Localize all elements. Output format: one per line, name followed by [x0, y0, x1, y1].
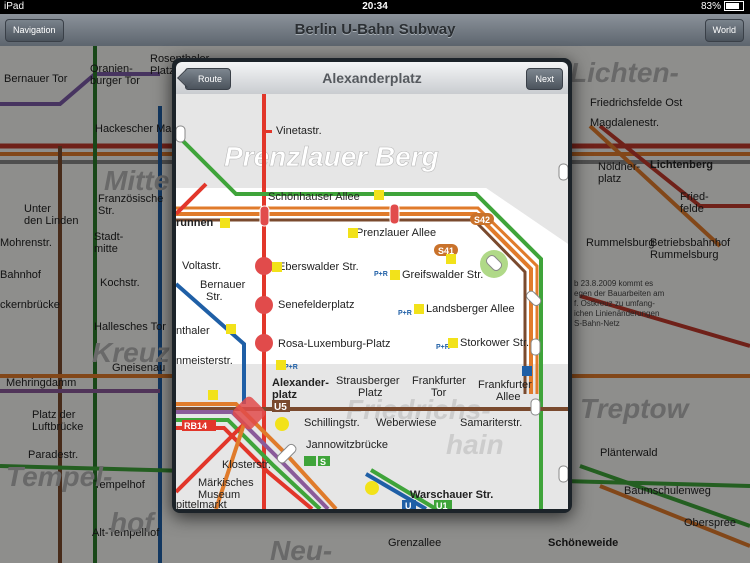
svg-text:Vinetastr.: Vinetastr. [276, 125, 322, 137]
detail-map-canvas: Prenzlauer Berg Friedrichs- hain Vinetas… [176, 94, 568, 509]
svg-text:Strausberger: Strausberger [336, 375, 400, 387]
svg-text:runnen: runnen [176, 217, 214, 229]
svg-text:Jannowitzbrücke: Jannowitzbrücke [306, 439, 388, 451]
svg-text:Allee: Allee [496, 391, 520, 403]
svg-text:U5: U5 [274, 402, 287, 413]
svg-text:RB14: RB14 [184, 421, 207, 431]
svg-text:Rosa-Luxemburg-Platz: Rosa-Luxemburg-Platz [278, 338, 391, 350]
battery-icon [724, 1, 744, 12]
navigation-button[interactable]: Navigation [5, 19, 64, 42]
battery-indicator: 83% [701, 0, 744, 14]
svg-text:S42: S42 [474, 215, 490, 225]
svg-text:Prenzlauer Allee: Prenzlauer Allee [356, 227, 436, 239]
route-back-button[interactable]: Route [185, 68, 232, 90]
world-button[interactable]: World [704, 19, 744, 42]
popover-title: Alexanderplatz [322, 70, 422, 86]
district-prenzlauer-berg: Prenzlauer Berg [224, 141, 439, 172]
svg-text:Schillingstr.: Schillingstr. [304, 417, 360, 429]
route-back-label: Route [198, 74, 223, 84]
svg-text:Landsberger Allee: Landsberger Allee [426, 303, 515, 315]
svg-text:P+R: P+R [398, 310, 412, 317]
svg-text:U: U [405, 501, 412, 509]
svg-text:Alexander-: Alexander- [272, 377, 329, 389]
battery-percent: 83% [700, 1, 721, 12]
svg-text:P+R: P+R [284, 364, 298, 371]
svg-text:Märkisches: Märkisches [198, 477, 254, 489]
navigation-bar: Berlin U-Bahn Subway Navigation World [0, 14, 750, 47]
svg-text:nthaler: nthaler [176, 325, 210, 337]
svg-text:Voltastr.: Voltastr. [182, 260, 221, 272]
svg-text:U1: U1 [436, 501, 448, 509]
popover-toolbar: Alexanderplatz Route Next [176, 62, 568, 95]
svg-text:Warschauer Str.: Warschauer Str. [410, 489, 493, 501]
detail-map[interactable]: Prenzlauer Berg Friedrichs- hain Vinetas… [176, 94, 568, 509]
svg-text:pittelmarkt: pittelmarkt [176, 499, 227, 509]
svg-text:Frankfurter: Frankfurter [412, 375, 466, 387]
svg-text:Platz: Platz [358, 387, 382, 399]
svg-text:Bernauer: Bernauer [200, 279, 246, 291]
svg-text:Frankfurter: Frankfurter [478, 379, 532, 391]
svg-text:Storkower Str.: Storkower Str. [460, 337, 529, 349]
svg-text:platz: platz [272, 389, 298, 401]
next-button[interactable]: Next [526, 68, 563, 90]
svg-text:nmeisterstr.: nmeisterstr. [176, 355, 233, 367]
svg-text:Klosterstr.: Klosterstr. [222, 459, 271, 471]
svg-text:Greifswalder Str.: Greifswalder Str. [402, 269, 483, 281]
svg-text:Eberswalder Str.: Eberswalder Str. [278, 261, 359, 273]
svg-text:P+R: P+R [436, 344, 450, 351]
svg-text:P+R: P+R [374, 271, 388, 278]
station-popover: Alexanderplatz Route Next Prenzlauer Ber… [172, 58, 572, 513]
clock: 20:34 [362, 1, 388, 12]
svg-text:Weberwiese: Weberwiese [376, 417, 436, 429]
svg-text:S: S [320, 457, 326, 467]
svg-text:Tor: Tor [431, 387, 447, 399]
svg-text:Senefelderplatz: Senefelderplatz [278, 299, 354, 311]
svg-text:Schönhauser Allee: Schönhauser Allee [268, 191, 360, 203]
app-title: Berlin U-Bahn Subway [294, 21, 456, 38]
district-friedrichshain-2: hain [446, 429, 504, 460]
status-bar: iPad 20:34 83% [0, 0, 750, 14]
svg-text:Samariterstr.: Samariterstr. [460, 417, 522, 429]
svg-text:Str.: Str. [206, 291, 223, 303]
